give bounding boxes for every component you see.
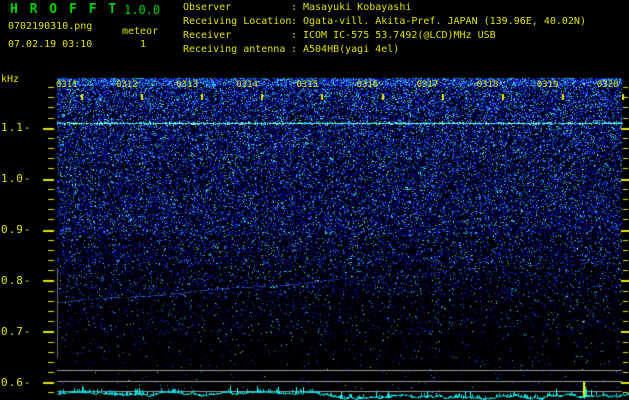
- spectrogram-canvas: [0, 0, 629, 400]
- hrofft-screen: H R O F F T 1.0.0 0702190310.png meteor …: [0, 0, 629, 400]
- time-label: 0312: [116, 80, 138, 90]
- freq-label: 1.1-: [1, 121, 32, 134]
- mode-label: meteor: [122, 26, 158, 37]
- meteor-count: 1: [140, 39, 146, 50]
- freq-label: 0.7-: [1, 325, 32, 338]
- info-colon: :: [291, 43, 303, 57]
- info-label: Receiving Location: [183, 15, 291, 29]
- info-colon: :: [291, 15, 303, 29]
- receiver-info: Observer:Masayuki KobayashiReceiving Loc…: [183, 1, 586, 57]
- date-time: 07.02.19 03:10: [8, 39, 92, 50]
- y-axis-unit-label: kHz: [1, 74, 19, 85]
- info-value: Ogata-vill. Akita-Pref. JAPAN (139.96E, …: [303, 15, 586, 29]
- time-label: 0311: [56, 80, 78, 90]
- time-label: 0320: [597, 80, 619, 90]
- freq-label: 0.6-: [1, 376, 32, 389]
- info-label: Observer: [183, 1, 291, 15]
- time-label: 0319: [537, 80, 559, 90]
- info-row: Receiving antenna:A504HB(yagi 4el): [183, 43, 586, 57]
- time-label: 0316: [357, 80, 379, 90]
- info-row: Observer:Masayuki Kobayashi: [183, 1, 586, 15]
- info-label: Receiver: [183, 29, 291, 43]
- info-value: Masayuki Kobayashi: [303, 1, 411, 15]
- info-value: A504HB(yagi 4el): [303, 43, 399, 57]
- freq-label: 0.9-: [1, 223, 32, 236]
- info-value: ICOM IC-575 53.7492(@LCD)MHz USB: [303, 29, 496, 43]
- info-colon: :: [291, 1, 303, 15]
- time-label: 0318: [477, 80, 499, 90]
- info-colon: :: [291, 29, 303, 43]
- info-row: Receiver:ICOM IC-575 53.7492(@LCD)MHz US…: [183, 29, 586, 43]
- freq-label: 0.8-: [1, 274, 32, 287]
- app-version: 1.0.0: [124, 3, 160, 17]
- time-label: 0315: [296, 80, 318, 90]
- freq-label: 1.0-: [1, 172, 32, 185]
- time-label: 0317: [417, 80, 439, 90]
- time-label: 0313: [176, 80, 198, 90]
- app-title: H R O F F T: [10, 2, 118, 17]
- time-label: 0314: [236, 80, 258, 90]
- output-filename: 0702190310.png: [8, 21, 92, 32]
- info-row: Receiving Location:Ogata-vill. Akita-Pre…: [183, 15, 586, 29]
- info-label: Receiving antenna: [183, 43, 291, 57]
